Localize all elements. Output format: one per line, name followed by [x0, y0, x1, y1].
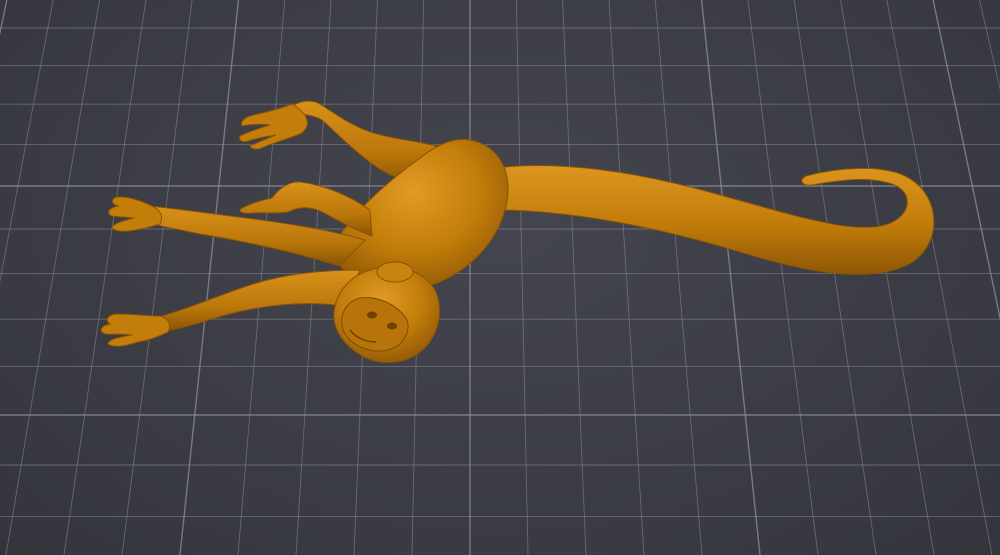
monkey-ear — [376, 261, 414, 283]
monkey-hand-lower — [100, 313, 171, 347]
monkey-3d-model[interactable] — [0, 0, 1000, 555]
monkey-tail — [494, 165, 935, 275]
monkey-hand-middle — [108, 196, 163, 232]
monkey-hand-upper — [239, 103, 308, 150]
monkey-arm-lower — [149, 269, 361, 333]
3d-viewport[interactable] — [0, 0, 1000, 555]
monkey-eye — [367, 311, 377, 319]
monkey-eye — [387, 322, 397, 330]
